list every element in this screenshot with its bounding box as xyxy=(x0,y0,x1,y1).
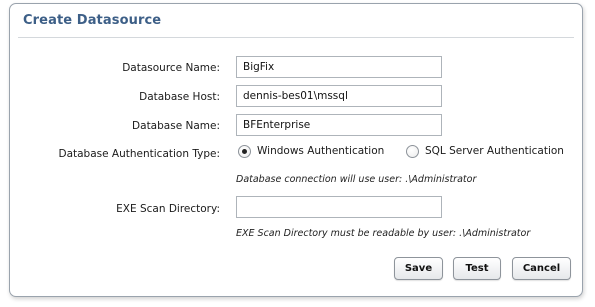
sql-server-auth-radio[interactable] xyxy=(406,145,419,158)
cancel-button[interactable]: Cancel xyxy=(512,257,571,280)
datasource-name-input[interactable] xyxy=(236,56,442,78)
windows-auth-radio[interactable] xyxy=(238,145,251,158)
database-name-label: Database Name: xyxy=(132,120,220,132)
test-button[interactable]: Test xyxy=(453,257,501,280)
exe-scan-directory-label: EXE Scan Directory: xyxy=(116,203,220,215)
database-name-input[interactable] xyxy=(236,114,442,136)
auth-hint-text: Database connection will use user: .\Adm… xyxy=(236,174,477,185)
sql-server-auth-label[interactable]: SQL Server Authentication xyxy=(425,145,564,157)
create-datasource-dialog: Create Datasource Datasource Name: Datab… xyxy=(9,3,583,297)
auth-type-label: Database Authentication Type: xyxy=(58,148,220,160)
title-divider xyxy=(18,37,574,38)
datasource-name-label: Datasource Name: xyxy=(122,62,220,74)
dialog-title: Create Datasource xyxy=(23,13,162,28)
exe-scan-hint-text: EXE Scan Directory must be readable by u… xyxy=(236,228,531,239)
database-host-input[interactable] xyxy=(236,85,442,107)
save-button[interactable]: Save xyxy=(394,257,443,280)
windows-auth-label[interactable]: Windows Authentication xyxy=(257,145,384,157)
database-host-label: Database Host: xyxy=(139,91,220,103)
exe-scan-directory-input[interactable] xyxy=(236,196,442,218)
